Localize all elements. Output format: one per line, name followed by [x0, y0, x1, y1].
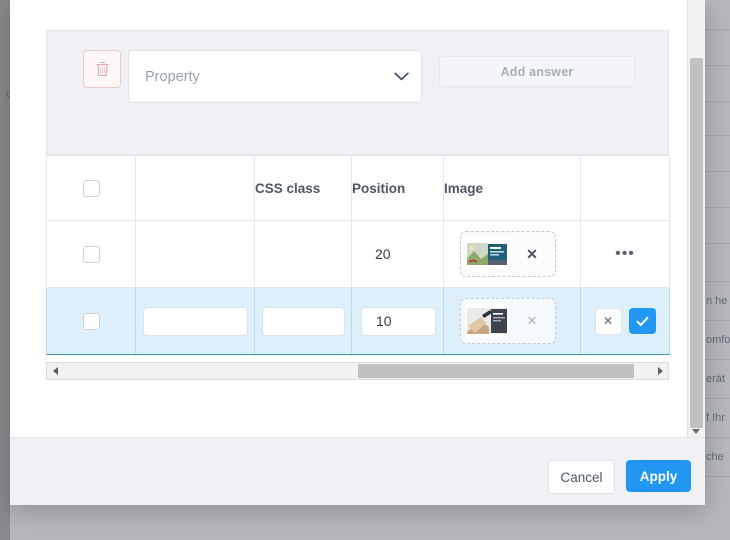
image-dropzone[interactable]: ✕ [460, 298, 556, 344]
remove-image-button[interactable]: ✕ [509, 246, 555, 263]
dialog-body: Property Add answer CSS class Position I… [10, 0, 705, 437]
position-value: 20 [375, 246, 391, 262]
cell-image: ✕ [443, 220, 581, 288]
dialog-footer: Cancel Apply [10, 437, 705, 505]
answer-config-panel: Property Add answer [46, 30, 669, 155]
answers-editor-dialog: Property Add answer CSS class Position I… [10, 0, 705, 505]
cell-position: 20 [351, 220, 444, 288]
caret-left-icon [52, 367, 58, 375]
caret-right-icon [657, 367, 663, 375]
trash-icon [95, 61, 110, 77]
row-checkbox[interactable] [82, 312, 100, 330]
dialog-vertical-scrollbar[interactable] [687, 0, 705, 437]
property-select-value: Property [145, 68, 200, 85]
answers-table: CSS class Position Image 20 ✕ ••• 10 ✕ ✕ [46, 155, 670, 382]
row-select-cell [46, 287, 136, 355]
cell-css-class [254, 287, 352, 355]
cell-image: ✕ [443, 287, 581, 355]
row-checkbox[interactable] [82, 245, 100, 263]
table-header-row: CSS class Position Image [46, 155, 670, 221]
add-answer-button[interactable]: Add answer [439, 56, 635, 87]
cell-actions: ✕ [580, 287, 670, 355]
row-menu-button[interactable]: ••• [581, 246, 669, 262]
cell-position [351, 287, 444, 355]
header-select-all-cell [46, 155, 136, 221]
table-row[interactable]: 20 ✕ ••• [46, 220, 670, 288]
cell-answer [135, 220, 255, 288]
hands-writing-thumbnail-icon [465, 304, 509, 338]
remove-image-button[interactable]: ✕ [509, 313, 555, 329]
cell-css-class [254, 220, 352, 288]
select-all-checkbox[interactable] [82, 179, 100, 197]
caret-down-icon[interactable] [692, 429, 700, 434]
cancel-row-edit-button[interactable]: ✕ [594, 307, 622, 335]
header-position[interactable]: Position [351, 155, 444, 221]
cancel-button[interactable]: Cancel [548, 460, 615, 494]
delete-answer-button[interactable] [83, 50, 121, 88]
hscroll-track[interactable] [63, 363, 652, 379]
position-input[interactable] [361, 306, 436, 336]
header-image[interactable]: Image [443, 155, 581, 221]
answer-input[interactable] [143, 306, 248, 336]
row-edit-actions: ✕ [581, 307, 669, 335]
table-horizontal-scrollbar[interactable] [46, 362, 669, 380]
image-dropzone[interactable]: ✕ [460, 231, 556, 277]
property-select[interactable]: Property [128, 50, 422, 103]
header-actions [580, 155, 670, 221]
scroll-left-button[interactable] [47, 367, 63, 375]
check-icon [635, 316, 649, 327]
hscroll-thumb[interactable] [357, 364, 635, 378]
cell-answer [135, 287, 255, 355]
landscape-thumbnail-icon [465, 237, 509, 271]
apply-button[interactable]: Apply [626, 460, 691, 492]
chevron-down-icon [394, 72, 409, 81]
confirm-row-edit-button[interactable] [628, 308, 656, 334]
header-answer [135, 155, 255, 221]
css-class-input[interactable] [262, 306, 345, 336]
table-row[interactable]: ✕ ✕ [46, 287, 670, 355]
header-css-class[interactable]: CSS class [254, 155, 352, 221]
vscroll-thumb[interactable] [690, 58, 703, 428]
row-select-cell [46, 220, 136, 288]
cell-actions: ••• [580, 220, 670, 288]
scroll-right-button[interactable] [652, 367, 668, 375]
